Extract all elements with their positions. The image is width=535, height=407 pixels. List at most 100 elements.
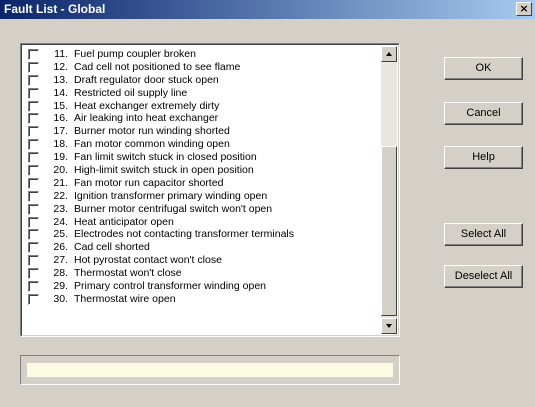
fault-checkbox[interactable] <box>28 268 39 280</box>
fault-label: Ignition transformer primary winding ope… <box>74 189 268 202</box>
fault-number: 24. <box>53 215 68 228</box>
deselect-all-button[interactable]: Deselect All <box>444 265 523 288</box>
fault-number: 17. <box>53 125 68 138</box>
fault-checkbox[interactable] <box>28 74 39 86</box>
arrow-down-icon <box>386 324 392 328</box>
fault-row[interactable]: 29. Primary control transformer winding o… <box>26 280 376 293</box>
fault-number: 29. <box>53 280 68 293</box>
fault-checkbox[interactable] <box>28 293 39 305</box>
fault-row[interactable]: 15. Heat exchanger extremely dirty <box>26 100 376 113</box>
scroll-down-button[interactable] <box>381 318 397 334</box>
fault-number: 19. <box>53 151 68 164</box>
fault-number: 30. <box>53 292 68 305</box>
fault-number: 25. <box>53 228 68 241</box>
fault-label: Heat exchanger extremely dirty <box>74 99 220 112</box>
fault-checkbox[interactable] <box>28 216 39 228</box>
fault-label: Heat anticipator open <box>74 215 174 228</box>
help-button[interactable]: Help <box>444 146 523 169</box>
scroll-up-button[interactable] <box>381 46 397 62</box>
fault-row[interactable]: 16. Air leaking into heat exchanger <box>26 112 376 125</box>
arrow-up-icon <box>386 52 392 56</box>
fault-list-items: 11. Fuel pump coupler broken 12. Cad cell n… <box>26 48 376 306</box>
fault-row[interactable]: 21. Fan motor run capacitor shorted <box>26 177 376 190</box>
fault-checkbox[interactable] <box>28 190 39 202</box>
fault-number: 27. <box>53 254 68 267</box>
scroll-thumb[interactable] <box>381 146 397 316</box>
fault-label: Air leaking into heat exchanger <box>74 112 219 125</box>
fault-checkbox[interactable] <box>28 113 39 125</box>
fault-checkbox[interactable] <box>28 100 39 112</box>
fault-row[interactable]: 18. Fan motor common winding open <box>26 138 376 151</box>
fault-number: 16. <box>53 112 68 125</box>
fault-number: 22. <box>53 189 68 202</box>
fault-row[interactable]: 11. Fuel pump coupler broken <box>26 48 376 61</box>
fault-checkbox[interactable] <box>28 255 39 267</box>
fault-row[interactable]: 26. Cad cell shorted <box>26 241 376 254</box>
fault-row[interactable]: 27. Hot pyrostat contact won't close <box>26 254 376 267</box>
vertical-scrollbar[interactable] <box>381 46 397 334</box>
fault-number: 18. <box>53 138 68 151</box>
fault-number: 12. <box>53 60 68 73</box>
fault-label: Thermostat wire open <box>74 292 176 305</box>
fault-number: 20. <box>53 164 68 177</box>
fault-label: Fan limit switch stuck in closed positio… <box>74 151 257 164</box>
fault-row[interactable]: 28. Thermostat won't close <box>26 267 376 280</box>
fault-checkbox[interactable] <box>28 126 39 138</box>
fault-checkbox[interactable] <box>28 229 39 241</box>
cancel-button[interactable]: Cancel <box>444 102 523 125</box>
fault-label: Cad cell shorted <box>74 241 150 254</box>
fault-checkbox[interactable] <box>28 87 39 99</box>
fault-label: High-limit switch stuck in open position <box>74 164 254 177</box>
fault-number: 21. <box>53 176 68 189</box>
fault-checkbox[interactable] <box>28 152 39 164</box>
status-panel <box>20 355 400 385</box>
fault-number: 11. <box>54 48 68 60</box>
cancel-button-label: Cancel <box>466 107 501 119</box>
fault-label: Fuel pump coupler broken <box>74 48 196 60</box>
fault-label: Burner motor centrifugal switch won't op… <box>74 202 273 215</box>
fault-row[interactable]: 19. Fan limit switch stuck in closed posi… <box>26 151 376 164</box>
fault-label: Restricted oil supply line <box>74 86 188 99</box>
select-all-button[interactable]: Select All <box>444 223 523 246</box>
fault-checkbox[interactable] <box>28 281 39 293</box>
fault-row[interactable]: 14. Restricted oil supply line <box>26 87 376 100</box>
fault-checkbox[interactable] <box>28 203 39 215</box>
ok-button-label: OK <box>475 62 492 74</box>
fault-label: Hot pyrostat contact won't close <box>74 254 222 267</box>
close-icon: × <box>519 2 529 15</box>
fault-checkbox[interactable] <box>28 242 39 254</box>
fault-row[interactable]: 30. Thermostat wire open <box>26 293 376 306</box>
window-title: Fault List - Global <box>4 2 106 16</box>
fault-row[interactable]: 22. Ignition transformer primary winding … <box>26 190 376 203</box>
fault-row[interactable]: 24. Heat anticipator open <box>26 216 376 229</box>
fault-number: 14. <box>53 86 68 99</box>
fault-number: 15. <box>53 99 68 112</box>
fault-number: 28. <box>53 267 68 280</box>
select-all-button-label: Select All <box>460 228 507 240</box>
fault-checkbox[interactable] <box>28 49 39 60</box>
fault-label: Electrodes not contacting transformer te… <box>74 228 295 241</box>
fault-label: Fan motor common winding open <box>74 138 230 151</box>
title-bar: Fault List - Global × <box>0 0 535 19</box>
fault-label: Thermostat won't close <box>74 267 182 280</box>
fault-row[interactable]: 17. Burner motor run winding shorted <box>26 125 376 138</box>
fault-checkbox[interactable] <box>28 61 39 73</box>
fault-checkbox[interactable] <box>28 165 39 177</box>
fault-row[interactable]: 23. Burner motor centrifugal switch won't… <box>26 203 376 216</box>
fault-row[interactable]: 13. Draft regulator door stuck open <box>26 74 376 87</box>
deselect-all-button-label: Deselect All <box>454 270 513 282</box>
fault-row[interactable]: 25. Electrodes not contacting transformer… <box>26 228 376 241</box>
close-button[interactable]: × <box>516 2 532 16</box>
fault-label: Fan motor run capacitor shorted <box>74 176 224 189</box>
ok-button[interactable]: OK <box>444 57 523 80</box>
fault-label: Burner motor run winding shorted <box>74 125 230 138</box>
fault-list[interactable]: 11. Fuel pump coupler broken 12. Cad cell n… <box>20 43 400 337</box>
fault-label: Cad cell not positioned to see flame <box>74 60 241 73</box>
fault-number: 23. <box>53 202 68 215</box>
help-button-label: Help <box>472 151 495 163</box>
fault-row[interactable]: 12. Cad cell not positioned to see flame <box>26 61 376 74</box>
fault-checkbox[interactable] <box>28 139 39 151</box>
fault-checkbox[interactable] <box>28 177 39 189</box>
fault-row[interactable]: 20. High-limit switch stuck in open posit… <box>26 164 376 177</box>
fault-number: 13. <box>53 73 68 86</box>
